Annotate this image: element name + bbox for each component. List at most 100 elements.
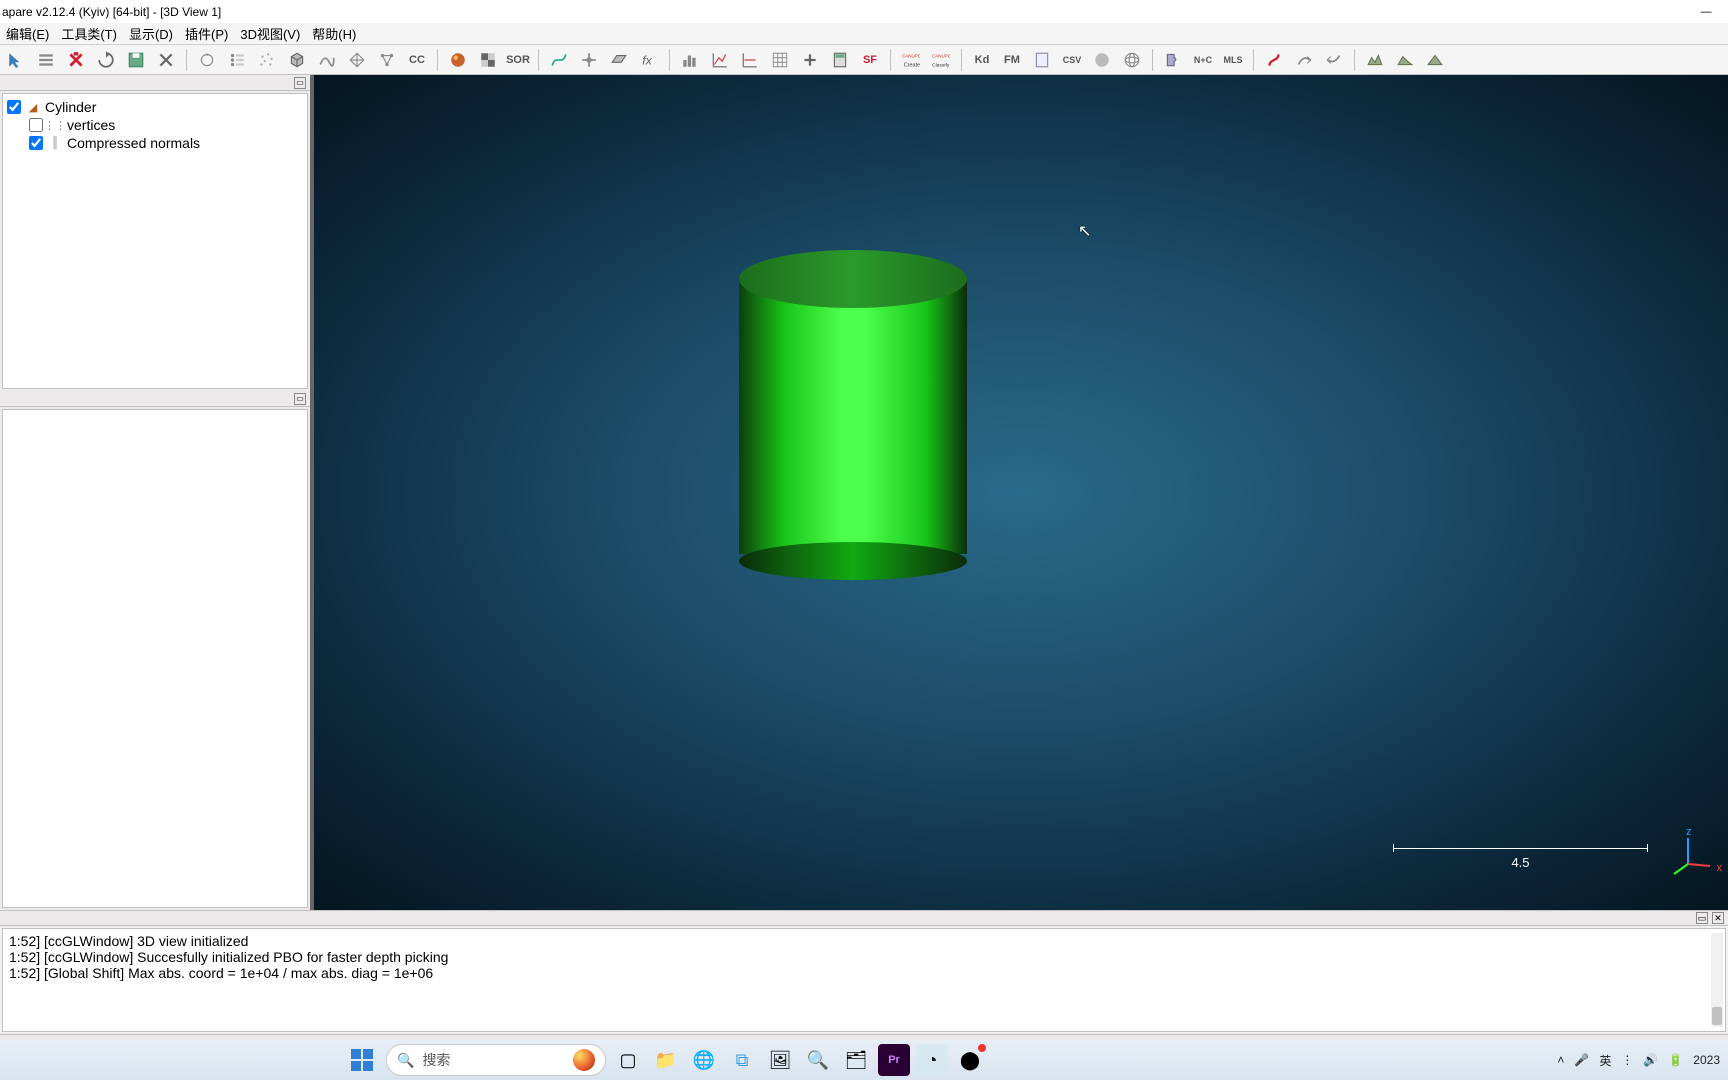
tree-normals-label: Compressed normals: [67, 135, 200, 151]
console-dock-icon[interactable]: ▭: [1696, 912, 1708, 924]
photos-icon[interactable]: 🖼: [764, 1044, 796, 1076]
menu-plugins[interactable]: 插件(P): [179, 23, 234, 44]
s-curve-icon[interactable]: [1260, 47, 1288, 73]
tray-wifi-icon[interactable]: ⋮: [1621, 1053, 1633, 1067]
plane-icon[interactable]: [605, 47, 633, 73]
spline-icon[interactable]: [545, 47, 573, 73]
cube-icon[interactable]: [283, 47, 311, 73]
tray-battery-icon[interactable]: 🔋: [1668, 1053, 1683, 1067]
everything-icon[interactable]: 🔍: [802, 1044, 834, 1076]
svg-text:Create: Create: [904, 62, 920, 68]
wireframe-icon[interactable]: [343, 47, 371, 73]
task-view-icon[interactable]: ▢: [612, 1044, 644, 1076]
axis-trihedron: z x: [1666, 832, 1714, 880]
canupo-classify-icon[interactable]: CANUPOClassify: [927, 47, 955, 73]
return-arrow-icon[interactable]: [1320, 47, 1348, 73]
taskbar-search[interactable]: 🔍 搜索: [386, 1044, 606, 1076]
console-close-icon[interactable]: ✕: [1712, 912, 1724, 924]
checker-icon[interactable]: [474, 47, 502, 73]
obs-icon[interactable]: ⬤: [954, 1044, 986, 1076]
terrain1-icon[interactable]: [1361, 47, 1389, 73]
explorer-icon[interactable]: 📁: [650, 1044, 682, 1076]
graph-icon[interactable]: [373, 47, 401, 73]
tray-chevron-icon[interactable]: ˄: [1557, 1053, 1564, 1067]
menu-3dview[interactable]: 3D视图(V): [234, 23, 306, 44]
terrain2-icon[interactable]: [1391, 47, 1419, 73]
menu-help[interactable]: 帮助(H): [306, 23, 362, 44]
tray-ime[interactable]: 英: [1599, 1052, 1611, 1069]
fx-icon[interactable]: fx: [635, 47, 663, 73]
sor-icon[interactable]: SOR: [504, 47, 532, 73]
cursor-tool-icon[interactable]: [2, 47, 30, 73]
tree-panel-header: ▭: [0, 75, 310, 91]
puzzle-icon[interactable]: [1159, 47, 1187, 73]
tray-year[interactable]: 2023: [1693, 1053, 1720, 1067]
tree-root-cylinder[interactable]: ◢ Cylinder: [7, 98, 303, 116]
props-dock-icon[interactable]: ▭: [294, 393, 306, 405]
tree-normals-checkbox[interactable]: [29, 136, 43, 150]
crosshair-icon[interactable]: [575, 47, 603, 73]
stats-flat-icon[interactable]: [736, 47, 764, 73]
premiere-icon[interactable]: Pr: [878, 1044, 910, 1076]
tree-vertices-checkbox[interactable]: [29, 118, 43, 132]
scrollbar-thumb[interactable]: [1712, 1007, 1722, 1025]
vscode-icon[interactable]: ⧉: [726, 1044, 758, 1076]
point-list-icon[interactable]: [223, 47, 251, 73]
csv-icon[interactable]: CSV: [1058, 47, 1086, 73]
svg-text:fx: fx: [642, 53, 652, 67]
svg-text:CANUPO: CANUPO: [932, 53, 950, 58]
toolbar-separator: [538, 49, 539, 71]
mls-icon[interactable]: MLS: [1219, 47, 1247, 73]
terrain3-icon[interactable]: [1421, 47, 1449, 73]
color-ball-icon[interactable]: [444, 47, 472, 73]
menu-bar: 编辑(E) 工具类(T) 显示(D) 插件(P) 3D视图(V) 帮助(H): [0, 23, 1728, 45]
globe-solid-icon[interactable]: [1088, 47, 1116, 73]
edge-icon[interactable]: 🌐: [688, 1044, 720, 1076]
properties-content[interactable]: [2, 409, 308, 908]
doc-icon[interactable]: [1028, 47, 1056, 73]
cloud-icon[interactable]: [253, 47, 281, 73]
windows-taskbar: 🔍 搜索 ▢ 📁 🌐 ⧉ 🖼 🔍 🗂 Pr ◔ ⬤ ˄ 🎤 英 ⋮ 🔊 🔋 20…: [0, 1040, 1728, 1080]
kd-icon[interactable]: Kd: [968, 47, 996, 73]
db-tree[interactable]: ◢ Cylinder ⋮⋮ vertices ║ Compressed norm…: [2, 93, 308, 389]
minimize-button[interactable]: —: [1684, 0, 1728, 23]
cc-logo-icon[interactable]: CC: [403, 47, 431, 73]
menu-display[interactable]: 显示(D): [123, 23, 179, 44]
plus-icon[interactable]: [796, 47, 824, 73]
tree-dock-icon[interactable]: ▭: [294, 77, 306, 89]
start-button[interactable]: [344, 1042, 380, 1078]
reload-tool-icon[interactable]: [92, 47, 120, 73]
list-tool-icon[interactable]: [32, 47, 60, 73]
stats-up-icon[interactable]: [706, 47, 734, 73]
tree-item-normals[interactable]: ║ Compressed normals: [7, 134, 303, 152]
tray-mic-icon[interactable]: 🎤: [1574, 1053, 1589, 1067]
console-scrollbar[interactable]: [1711, 933, 1723, 1027]
calc-icon[interactable]: [826, 47, 854, 73]
curve-icon[interactable]: [313, 47, 341, 73]
globe-wire-icon[interactable]: [1118, 47, 1146, 73]
delete-tool-icon[interactable]: [62, 47, 90, 73]
toolbar-separator: [1152, 49, 1153, 71]
tree-item-vertices[interactable]: ⋮⋮ vertices: [7, 116, 303, 134]
histogram-icon[interactable]: [676, 47, 704, 73]
nc-icon[interactable]: N+C: [1189, 47, 1217, 73]
grid-icon[interactable]: [766, 47, 794, 73]
tray-volume-icon[interactable]: 🔊: [1643, 1053, 1658, 1067]
canupo-create-icon[interactable]: CANUPOCreate: [897, 47, 925, 73]
main-area: ▭ ◢ Cylinder ⋮⋮ vertices ║ Compressed no…: [0, 75, 1728, 910]
fm-icon[interactable]: FM: [998, 47, 1026, 73]
app1-icon[interactable]: 🗂: [840, 1044, 872, 1076]
sf-text-icon[interactable]: SF: [856, 47, 884, 73]
menu-tools[interactable]: 工具类(T): [55, 23, 123, 44]
menu-edit[interactable]: 编辑(E): [0, 23, 55, 44]
pick-rotate-icon[interactable]: [193, 47, 221, 73]
saveas-tool-icon[interactable]: [122, 47, 150, 73]
cylinder-bottom: [739, 542, 967, 580]
console-log[interactable]: 1:52] [ccGLWindow] 3D view initialized 1…: [2, 928, 1726, 1032]
path-arrow-icon[interactable]: [1290, 47, 1318, 73]
3d-viewport[interactable]: ↖ 4.5 z x: [314, 75, 1728, 910]
cloudcompare-icon[interactable]: ◔: [916, 1044, 948, 1076]
tree-root-checkbox[interactable]: [7, 100, 21, 114]
console-line: 1:52] [ccGLWindow] Succesfully initializ…: [9, 949, 1719, 965]
close-tool-icon[interactable]: [152, 47, 180, 73]
